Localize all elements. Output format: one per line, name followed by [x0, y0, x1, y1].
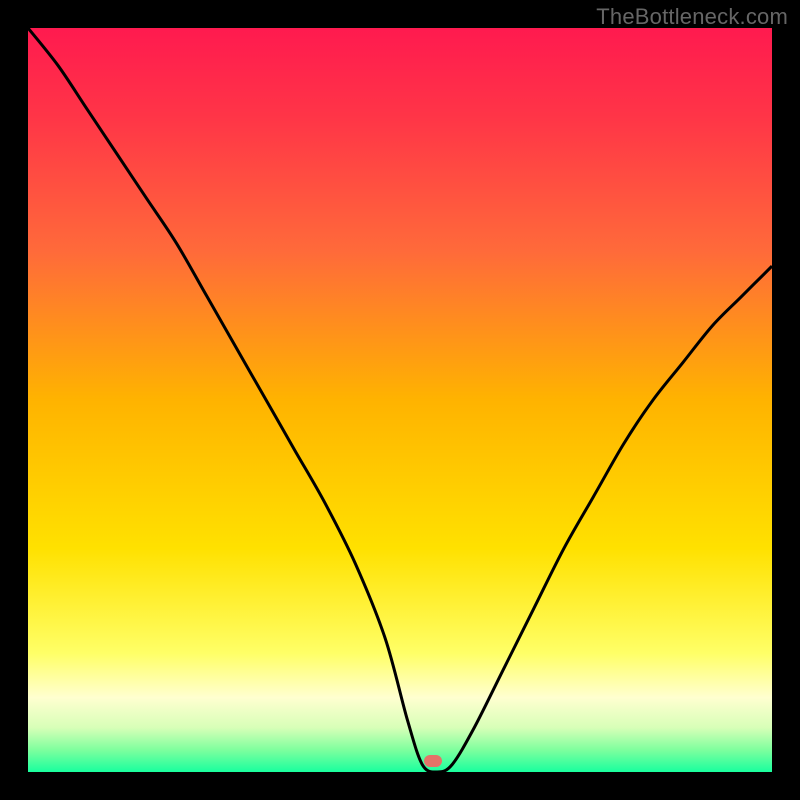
- bottleneck-chart: [28, 28, 772, 772]
- plot-area: [28, 28, 772, 772]
- watermark-text: TheBottleneck.com: [596, 4, 788, 30]
- chart-frame: TheBottleneck.com: [0, 0, 800, 800]
- optimal-point-marker: [424, 755, 442, 767]
- gradient-background: [28, 28, 772, 772]
